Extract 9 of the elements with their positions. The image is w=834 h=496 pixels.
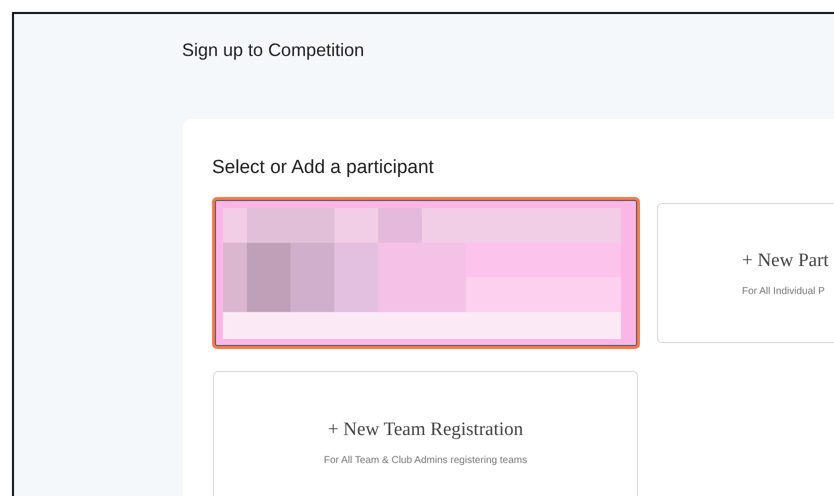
card-title: + New Team Registration <box>328 418 524 440</box>
registration-card[interactable]: + New Part For All Individual P <box>657 203 834 343</box>
page-title: Sign up to Competition <box>182 40 364 60</box>
registration-card[interactable]: + New Team Registration For All Team & Club Admins registering teams <box>213 371 638 496</box>
section-heading: Select or Add a participant <box>212 157 434 179</box>
card-subtitle: For All Team & Club Admins registering teams <box>324 454 528 466</box>
card-subtitle: For All Individual P <box>742 286 825 296</box>
card-title: + New Part <box>742 250 829 272</box>
participant-card[interactable] <box>212 197 640 349</box>
